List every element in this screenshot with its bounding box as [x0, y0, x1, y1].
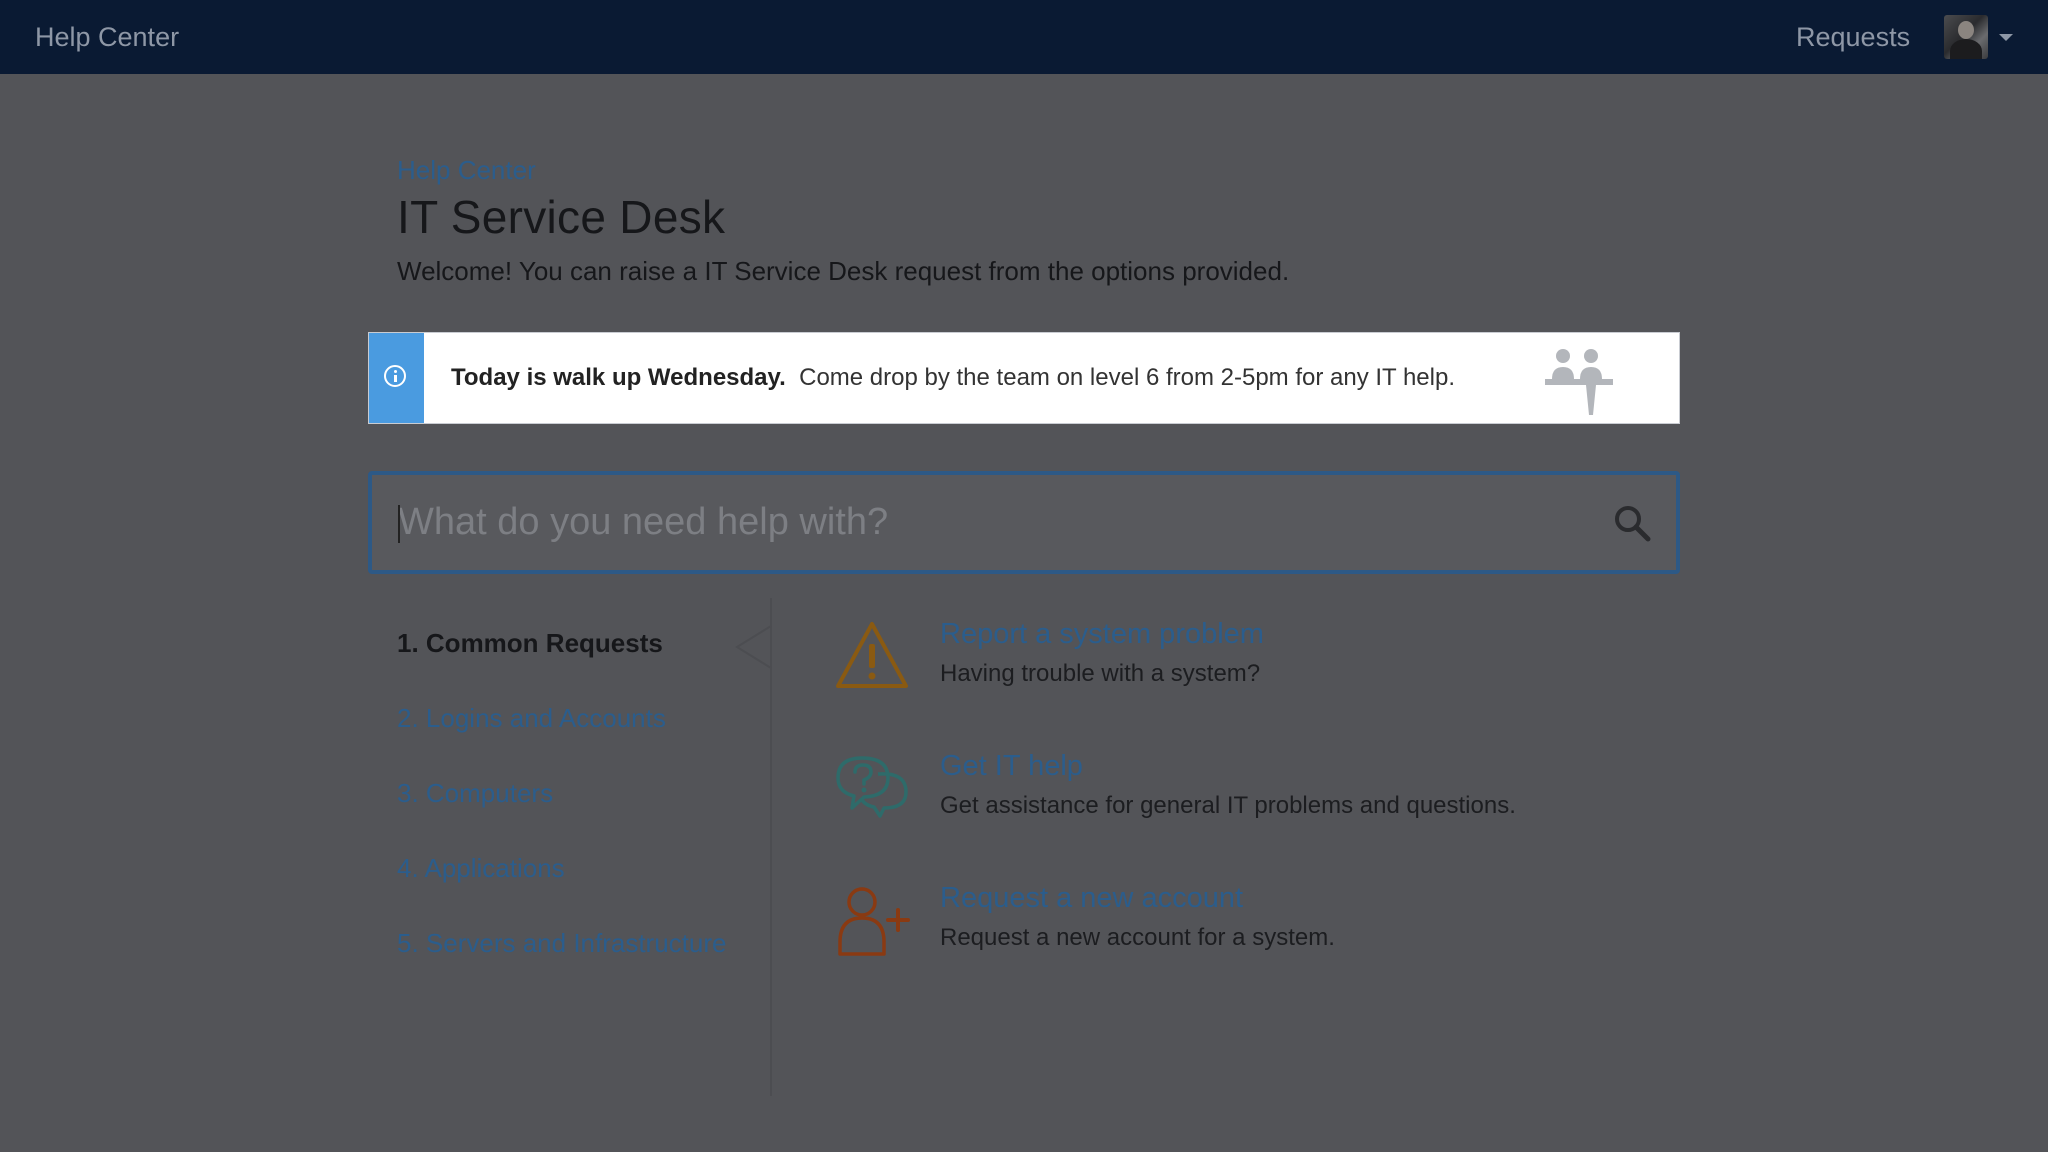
welcome-message: Welcome! You can raise a IT Service Desk… — [397, 256, 1290, 286]
top-navigation-bar: Help Center Requests — [0, 0, 2048, 74]
user-avatar[interactable] — [1944, 15, 1988, 59]
search-box — [368, 471, 1680, 574]
question-chat-icon — [836, 756, 908, 818]
announcement-banner: Today is walk up Wednesday. Come drop by… — [368, 332, 1680, 424]
breadcrumb-help-center[interactable]: Help Center — [397, 155, 536, 186]
help-center-home-link[interactable]: Help Center — [35, 22, 179, 53]
announcement-message: Come drop by the team on level 6 from 2-… — [799, 364, 1455, 391]
search-input[interactable] — [398, 475, 1578, 570]
avatar-head-shape — [1958, 21, 1974, 39]
category-applications[interactable]: 4. Applications — [397, 853, 565, 884]
announcement-text: Today is walk up Wednesday. Come drop by… — [451, 364, 1455, 392]
request-title: Get IT help — [940, 750, 1083, 782]
request-type-request-new-account[interactable]: Request a new account Request a new acco… — [834, 882, 1654, 962]
requests-link[interactable]: Requests — [1796, 22, 1910, 53]
add-user-icon — [838, 887, 910, 956]
request-type-report-system-problem[interactable]: Report a system problem Having trouble w… — [834, 618, 1654, 698]
page-title: IT Service Desk — [397, 191, 726, 243]
search-icon[interactable] — [1612, 503, 1652, 543]
category-logins-and-accounts[interactable]: 2. Logins and Accounts — [397, 703, 666, 734]
active-category-pointer — [735, 612, 772, 682]
request-title: Report a system problem — [940, 618, 1264, 650]
category-computers[interactable]: 3. Computers — [397, 778, 553, 809]
warning-icon — [836, 622, 908, 688]
profile-dropdown-caret-icon[interactable] — [1999, 34, 2013, 41]
request-type-get-it-help[interactable]: Get IT help Get assistance for general I… — [834, 750, 1654, 830]
request-title: Request a new account — [940, 882, 1244, 914]
announcement-info-stripe — [369, 333, 424, 423]
people-desk-icon — [1545, 349, 1613, 415]
category-servers-and-infrastructure[interactable]: 5. Servers and Infrastructure — [397, 928, 726, 959]
request-description: Get assistance for general IT problems a… — [940, 792, 1516, 819]
request-description: Having trouble with a system? — [940, 660, 1261, 687]
info-icon — [384, 365, 406, 387]
category-common-requests[interactable]: 1. Common Requests — [397, 628, 663, 659]
announcement-headline: Today is walk up Wednesday. — [451, 364, 786, 391]
text-cursor — [398, 505, 400, 543]
avatar-body-shape — [1950, 39, 1982, 59]
request-description: Request a new account for a system. — [940, 924, 1335, 951]
